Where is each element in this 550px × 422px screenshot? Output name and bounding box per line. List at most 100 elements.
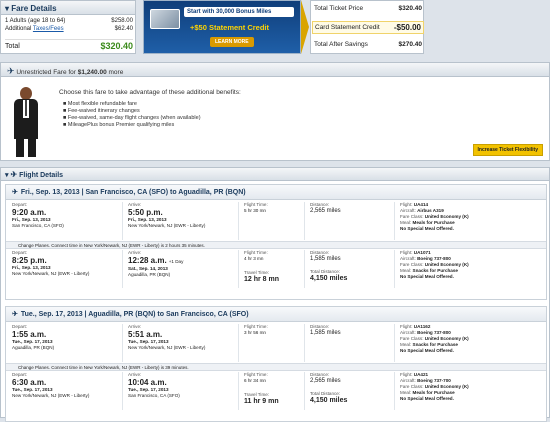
distance-col: Distance: 2,565 miles Total Distance: 4,150… [310,372,396,405]
arrive-time: 5:51 a.m. [128,330,163,339]
promo-banner[interactable]: Start with 30,000 Bonus Miles +$50 State… [143,0,301,54]
flight-time: 6 hr 34 mn [244,378,266,383]
trip-header: ✈ Tue., Sep. 17, 2013 | Aguadilla, PR (BQ… [6,307,546,322]
list-item: ■ Fee-waived, same-day flight changes (w… [63,115,201,121]
meal-label: Meal: [400,390,413,395]
flight-number-label: Flight: [400,372,414,377]
arrive-time: 12:28 a.m. [128,256,167,265]
airplane-icon: ✈ [12,189,18,196]
depart-place: San Francisco, CA (SFO) [12,223,64,228]
distance: 1,585 miles [310,256,341,262]
special-meal: No Special Meal Offered. [400,274,454,279]
fare-class-value: United Economy (K) [424,336,469,341]
flight-row: Depart: 9:20 a.m. Fri., Sep. 13, 2013 San F… [6,202,546,242]
benefits-list: ■ Most flexible refundable fare ■ Fee-wa… [63,101,201,129]
meal-value: Snacks for Purchase [412,342,458,347]
fare-details-header[interactable]: ▾ Fare Details [1,1,135,15]
column-divider [238,202,239,240]
change-planes-note: Change Planes. Connect time in New York/… [6,241,546,249]
distance-col: Distance: 1,585 miles Total Distance: 4,150… [310,250,396,283]
aircraft-value: Boeing 737-800 [417,330,451,335]
flight-number-value: UA1162 [413,324,431,329]
special-meal: No Special Meal Offered. [400,396,454,401]
travel-time: 12 hr 8 mn [244,276,280,283]
depart-col: Depart: 9:20 a.m. Fri., Sep. 13, 2013 San F… [12,202,120,229]
arrive-col: Arrive: 5:51 a.m. Tue., Sep. 17, 2013 New Y… [128,324,238,351]
meal-label: Meal: [400,342,413,347]
statement-credit-row: Card Statement Credit -$50.00 [312,21,424,34]
column-divider [238,324,239,362]
distance: 2,565 miles [310,378,341,384]
distance-col: Distance: 2,565 miles [310,202,396,214]
unrestricted-header[interactable]: ✈ Unrestricted Fare for $1,240.00 more [1,63,549,77]
businessman-photo [7,81,47,159]
flight-number-value: UA414 [413,202,429,207]
change-planes-note: Change Planes. Connect time in New York/… [6,363,546,371]
aircraft-label: Aircraft: [400,256,418,261]
total-distance: 4,150 miles [310,275,348,282]
column-divider [122,202,123,240]
flight-info-col: Flight: UA1162 Aircraft: Boeing 737-800 Fa… [400,324,548,354]
trips-container: ✈ Fri., Sep. 13, 2013 | San Francisco, CA… [5,184,548,422]
column-divider [394,250,395,288]
flight-number-label: Flight: [400,202,414,207]
depart-place: New York/Newark, NJ (EWR - Liberty) [12,393,90,398]
arrive-place: Aguadilla, PR (BQN) [128,272,171,277]
depart-time: 1:55 a.m. [12,330,47,339]
price-summary: Total Ticket Price $320.40 Card Statemen… [310,0,424,54]
aircraft-label: Aircraft: [400,330,418,335]
flight-time: 4 hr 3 mn [244,256,264,261]
increase-flexibility-button[interactable]: Increase Ticket Flexibility [472,144,543,156]
trip-route-title: Fri., Sep. 13, 2013 | San Francisco, CA … [20,189,246,196]
airplane-icon: ✈ [7,66,15,76]
flight-time-col: Flight Time: 6 hr 34 mn Travel Time: 11 hr … [244,372,304,406]
flight-details-header[interactable]: ▾ ✈ Flight Details [1,168,549,181]
column-divider [238,250,239,288]
flight-number-label: Flight: [400,324,414,329]
aircraft-label: Aircraft: [400,208,418,213]
depart-col: Depart: 1:55 a.m. Tue., Sep. 17, 2013 Aguad… [12,324,120,351]
fare-details-panel: ▾ Fare Details 1 Adults (age 18 to 64) $… [0,0,136,54]
depart-place: New York/Newark, NJ (EWR - Liberty) [12,271,90,276]
special-meal: No Special Meal Offered. [400,226,454,231]
column-divider [394,372,395,410]
flight-number-label: Flight: [400,250,414,255]
depart-time: 6:30 a.m. [12,378,47,387]
promo-credit: +$50 Statement Credit [190,23,269,32]
flight-number-value: UA421 [413,372,429,377]
flight-number-value: UA1071 [413,250,431,255]
fare-class-label: Fare Class: [400,214,425,219]
meal-value: Meals for Purchase [412,390,455,395]
trip-header: ✈ Fri., Sep. 13, 2013 | San Francisco, CA… [6,185,546,200]
column-divider [304,324,305,362]
arrive-time-line: 10:04 a.m. [128,378,238,387]
fare-total-value: $320.40 [100,41,133,51]
fare-class-value: United Economy (K) [424,262,469,267]
column-divider [304,372,305,410]
collapse-arrow-icon[interactable]: ▾ [5,4,9,13]
credit-card-icon [150,9,180,29]
fare-line-taxes: Additional Taxes/Fees $62.40 [5,26,133,32]
collapse-arrow-icon[interactable]: ▾ [5,172,9,179]
meal-value: Snacks for Purchase [412,268,458,273]
list-item: ■ MileagePlus bonus Premier qualifying m… [63,122,175,128]
depart-place: Aguadilla, PR (BQN) [12,345,55,350]
column-divider [394,202,395,240]
special-meal: No Special Meal Offered. [400,348,454,353]
unrestricted-fare-panel: ✈ Unrestricted Fare for $1,240.00 more C… [0,62,550,161]
fare-class-label: Fare Class: [400,336,425,341]
arrive-place: San Francisco, CA (SFO) [128,393,180,398]
arrive-time: 5:50 p.m. [128,208,163,217]
aircraft-value: Boeing 737-800 [417,256,451,261]
ticket-price-row: Total Ticket Price $320.40 [314,5,422,12]
aircraft-value: Boeing 737-700 [417,378,451,383]
learn-more-button[interactable]: LEARN MORE [210,37,254,47]
arrive-col: Arrive: 10:04 a.m. Tue., Sep. 17, 2013 San … [128,372,238,399]
total-distance: 4,150 miles [310,397,348,404]
arrive-time-line: 5:50 p.m. [128,208,238,217]
benefits-intro: Choose this fare to take advantage of th… [59,89,241,96]
arrive-extra-day: +1 Day [168,259,184,264]
meal-label: Meal: [400,220,413,225]
flight-row: Depart: 6:30 a.m. Tue., Sep. 17, 2013 New Y… [6,372,546,412]
taxes-fees-link[interactable]: Taxes/Fees [33,26,64,32]
